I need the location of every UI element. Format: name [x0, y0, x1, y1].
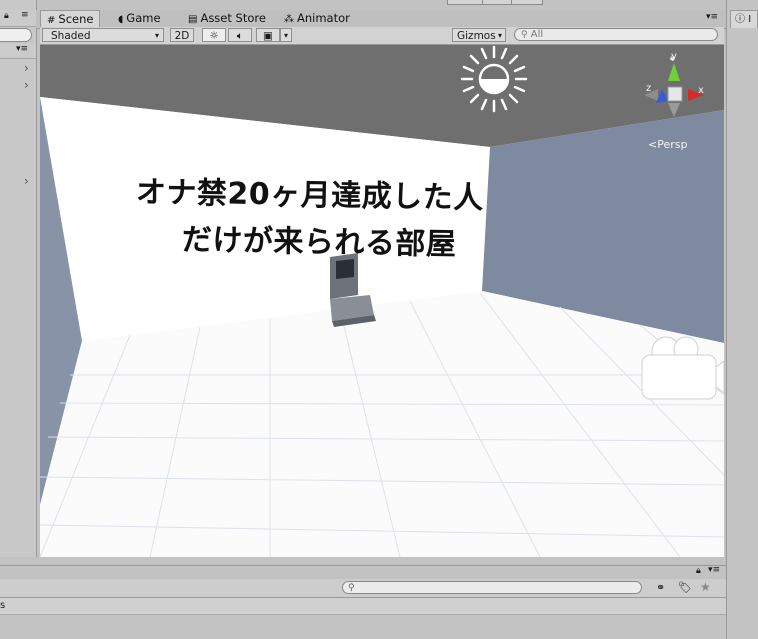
tab-menu-icon[interactable]: ▾≡: [706, 12, 718, 22]
panel-menu-icon[interactable]: ▾≡: [708, 565, 720, 575]
tab-inspector[interactable]: ⓘ I: [730, 10, 758, 28]
image-icon: ▣: [263, 30, 273, 42]
hierarchy-menu-icon[interactable]: ▾≡: [16, 44, 28, 54]
directional-light-gizmo: [460, 45, 528, 113]
tab-game[interactable]: ◖ Game: [112, 10, 167, 28]
search-icon: ⚲: [521, 30, 528, 40]
scene-viewport[interactable]: 🔒︎ y x z <Persp オナ禁20ヶ月達成した人 だけが来られる部屋: [40, 45, 724, 557]
animator-icon: ⁂: [284, 14, 294, 25]
scene-toolbar: Shaded ▾ 2D ☼ 🔈︎ ▣ ▾ Gizmos ▾ ⚲ All: [40, 27, 724, 45]
top-control[interactable]: [447, 0, 483, 5]
dropdown-arrow-icon: ▾: [497, 31, 502, 40]
audio-toggle-button[interactable]: 🔈︎: [228, 28, 252, 42]
sun-icon: ☼: [209, 30, 219, 42]
top-control[interactable]: [482, 0, 512, 5]
wall-text-line-1: オナ禁20ヶ月達成した人: [135, 174, 484, 217]
axis-label-y: y: [671, 51, 677, 62]
dropdown-arrow-icon: ▾: [283, 31, 288, 40]
lock-icon[interactable]: 🔒︎: [696, 566, 701, 576]
wall-text-line-2: だけが来られる部屋: [181, 222, 457, 263]
search-icon: ⚲: [348, 583, 355, 593]
list-item[interactable]: s: [0, 598, 726, 615]
tab-asset-store[interactable]: ▤ Asset Store: [182, 10, 272, 28]
lock-icon[interactable]: 🔒︎: [4, 11, 9, 21]
project-toolbar: ⚲ ⚭ 🏷︎ ★: [0, 579, 726, 598]
projection-toggle[interactable]: <Persp: [648, 138, 687, 151]
pacman-icon: ◖: [118, 14, 124, 25]
hierarchy-panel: [0, 0, 37, 557]
scene-search-input[interactable]: ⚲ All: [514, 28, 718, 41]
inspector-panel: [726, 0, 758, 639]
axis-label-x: x: [698, 85, 704, 96]
project-search-input[interactable]: ⚲: [342, 581, 642, 594]
dropdown-arrow-icon: ▾: [154, 31, 159, 40]
2d-toggle-button[interactable]: 2D: [170, 28, 194, 42]
expand-arrow-icon[interactable]: ›: [24, 174, 29, 188]
chevron-left-icon: <: [648, 138, 658, 151]
project-panel-header: 🔒︎ ▾≡: [0, 565, 726, 580]
favorite-star-icon[interactable]: ★: [700, 580, 711, 594]
label-tag-icon[interactable]: 🏷︎: [678, 581, 692, 594]
lighting-toggle-button[interactable]: ☼: [202, 28, 226, 42]
expand-arrow-icon[interactable]: ›: [24, 78, 29, 92]
effects-dropdown-button[interactable]: ▾: [280, 28, 292, 42]
shading-mode-dropdown[interactable]: Shaded ▾: [42, 28, 164, 42]
gizmos-dropdown[interactable]: Gizmos ▾: [452, 28, 506, 42]
store-icon: ▤: [188, 14, 198, 25]
info-icon: ⓘ: [735, 14, 745, 25]
expand-arrow-icon[interactable]: ›: [24, 61, 29, 75]
axis-label-z: z: [646, 83, 652, 94]
panel-menu-icon[interactable]: ≡: [21, 10, 29, 20]
speaker-icon: 🔈︎: [236, 30, 244, 42]
hierarchy-header: 🔒︎ ≡: [0, 10, 36, 27]
hierarchy-toolbar: ▾≡: [0, 44, 36, 59]
top-control[interactable]: [511, 0, 543, 5]
search-by-type-icon[interactable]: ⚭: [656, 581, 665, 594]
hierarchy-search-input[interactable]: [0, 28, 32, 42]
tab-animator[interactable]: ⁂ Animator: [278, 10, 356, 28]
scene-render: [40, 45, 724, 557]
effects-toggle-button[interactable]: ▣: [256, 28, 280, 42]
